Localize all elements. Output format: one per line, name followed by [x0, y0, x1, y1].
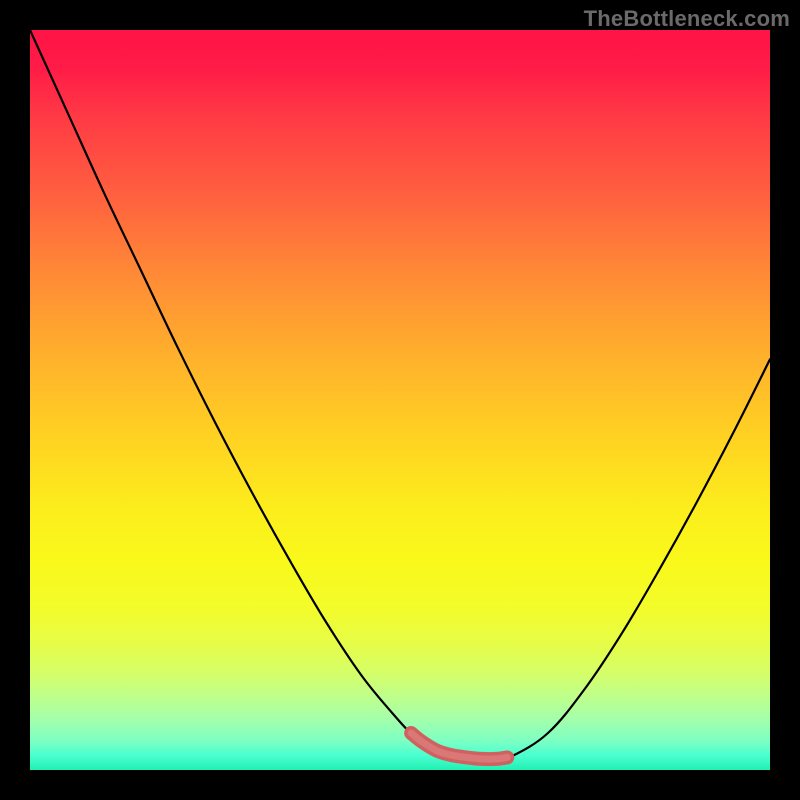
plot-area [30, 30, 770, 770]
curve [30, 30, 770, 760]
attribution-text: TheBottleneck.com [584, 6, 790, 32]
chart-overlay [30, 30, 770, 770]
chart-frame: TheBottleneck.com [0, 0, 800, 800]
